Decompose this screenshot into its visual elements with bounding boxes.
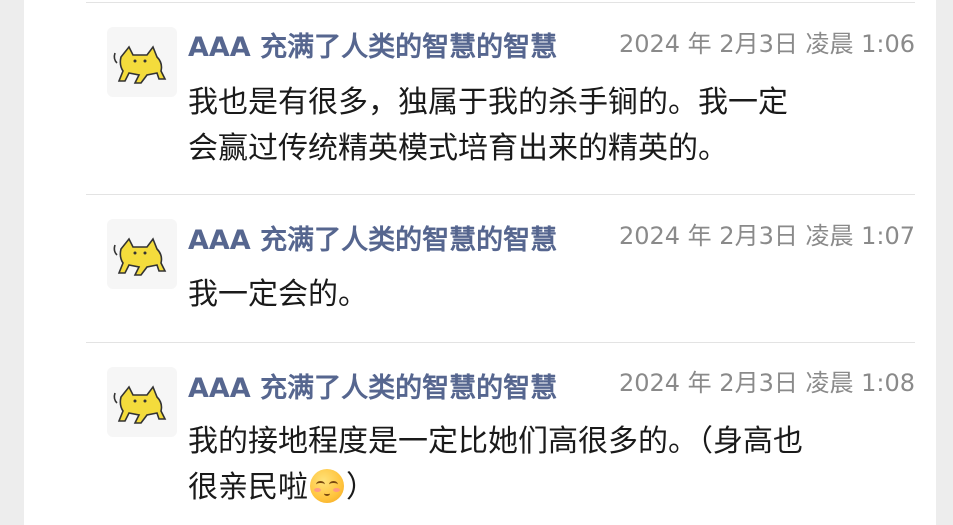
yellow-cat-avatar-icon[interactable] bbox=[107, 219, 177, 289]
message-line: 我的接地程度是一定比她们高很多的。（身高也 bbox=[188, 424, 803, 459]
message-timestamp: 2024 年 2月3日 凌晨 1:06 bbox=[618, 30, 915, 58]
message-line: 我一定会的。 bbox=[188, 277, 368, 312]
message-line: 很亲民啦 bbox=[188, 470, 308, 505]
message-text: 我也是有很多，独属于我的杀手锏的。我一定 会赢过传统精英模式培育出来的精英的。 bbox=[188, 80, 900, 172]
message-line: 我也是有很多，独属于我的杀手锏的。我一定 bbox=[188, 85, 788, 120]
divider bbox=[86, 2, 915, 3]
sender-name[interactable]: AAA 充满了人类的智慧的智慧 bbox=[188, 31, 580, 65]
sender-name[interactable]: AAA 充满了人类的智慧的智慧 bbox=[188, 372, 580, 406]
blushing-smile-emoji bbox=[310, 469, 344, 503]
message-line-2: 很亲民啦 ） bbox=[188, 465, 900, 511]
message-line-suffix: ） bbox=[346, 470, 376, 505]
message-line: 会赢过传统精英模式培育出来的精英的。 bbox=[188, 131, 728, 166]
message-timestamp: 2024 年 2月3日 凌晨 1:07 bbox=[618, 222, 915, 250]
divider bbox=[86, 194, 915, 195]
divider bbox=[86, 342, 915, 343]
sender-name[interactable]: AAA 充满了人类的智慧的智慧 bbox=[188, 224, 580, 258]
message-text: 我的接地程度是一定比她们高很多的。（身高也 很亲民啦 ） bbox=[188, 419, 900, 511]
yellow-cat-avatar-icon[interactable] bbox=[107, 27, 177, 97]
message-text: 我一定会的。 bbox=[188, 272, 900, 318]
yellow-cat-avatar-icon[interactable] bbox=[107, 367, 177, 437]
message-timestamp: 2024 年 2月3日 凌晨 1:08 bbox=[618, 369, 915, 397]
